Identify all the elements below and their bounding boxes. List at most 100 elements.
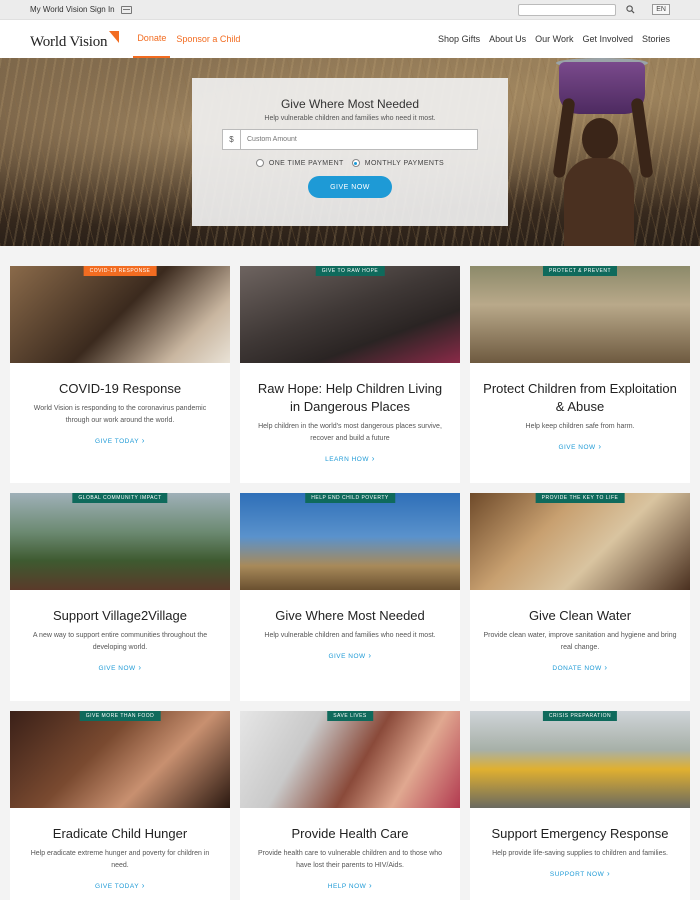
card-image: PROTECT & PREVENT xyxy=(470,266,690,363)
search-icon[interactable] xyxy=(624,4,636,16)
campaign-card[interactable]: CRISIS PREPARATION Support Emergency Res… xyxy=(470,711,690,900)
card-title: Provide Health Care xyxy=(291,826,409,841)
campaign-card[interactable]: SAVE LIVES Provide Health Care Provide h… xyxy=(240,711,460,900)
nav-stories[interactable]: Stories xyxy=(642,34,670,44)
campaign-card[interactable]: GIVE MORE THAN FOOD Eradicate Child Hung… xyxy=(10,711,230,900)
card-image: PROVIDE THE KEY TO LIFE xyxy=(470,493,690,590)
sign-in-link[interactable]: My World Vision Sign In xyxy=(30,5,132,14)
card-description: Help eradicate extreme hunger and povert… xyxy=(30,850,210,869)
card-description: World Vision is responding to the corona… xyxy=(33,405,207,424)
monthly-radio[interactable] xyxy=(351,159,360,167)
card-image: GIVE MORE THAN FOOD xyxy=(10,711,230,808)
card-cta-link[interactable]: DONATE NOW xyxy=(552,663,607,672)
card-tag: CRISIS PREPARATION xyxy=(542,711,618,721)
card-cta-link[interactable]: GIVE TODAY xyxy=(95,881,145,890)
card-title: Support Village2Village xyxy=(53,608,187,623)
card-title: COVID-19 Response xyxy=(58,381,182,396)
monthly-label: MONTHLY PAYMENTS xyxy=(364,159,445,167)
card-cta-link[interactable]: HELP NOW xyxy=(328,881,372,890)
campaign-card[interactable]: PROVIDE THE KEY TO LIFE Give Clean Water… xyxy=(470,493,690,701)
card-description: Help children in the world's most danger… xyxy=(258,423,442,442)
card-tag: HELP END CHILD POVERTY xyxy=(305,493,395,503)
card-title: Protect Children from Exploitation & Abu… xyxy=(483,381,677,414)
nav-primary: Donate Sponsor a Child xyxy=(133,20,244,58)
card-cta-link[interactable]: SUPPORT NOW xyxy=(550,869,610,878)
card-title: Eradicate Child Hunger xyxy=(52,826,188,841)
language-selector[interactable]: EN xyxy=(652,4,670,15)
card-image: COVID-19 RESPONSE xyxy=(10,266,230,363)
card-content: COVID-19 Response World Vision is respon… xyxy=(10,363,230,448)
card-cta-link[interactable]: GIVE TODAY xyxy=(95,436,145,445)
one-time-option[interactable]: ONE TIME PAYMENT xyxy=(255,159,344,167)
card-image: GIVE TO RAW HOPE xyxy=(240,266,460,363)
currency-label: $ xyxy=(222,129,241,150)
one-time-label: ONE TIME PAYMENT xyxy=(268,159,344,167)
custom-amount-input[interactable] xyxy=(241,129,478,150)
utility-bar: My World Vision Sign In EN xyxy=(0,0,700,20)
card-content: Give Where Most Needed Help vulnerable c… xyxy=(240,590,460,663)
search-input[interactable] xyxy=(518,3,617,16)
card-cta-link[interactable]: GIVE NOW xyxy=(328,651,371,660)
card-description: Help keep children safe from harm. xyxy=(525,423,635,430)
card-image: SAVE LIVES xyxy=(240,711,460,808)
nav-shop-gifts[interactable]: Shop Gifts xyxy=(438,34,480,44)
card-title: Give Clean Water xyxy=(528,608,632,623)
give-now-button[interactable]: GIVE NOW xyxy=(308,176,392,198)
donation-panel: Give Where Most Needed Help vulnerable c… xyxy=(192,78,508,226)
card-cta-link[interactable]: GIVE NOW xyxy=(98,663,141,672)
nav-secondary: Shop Gifts About Us Our Work Get Involve… xyxy=(438,34,670,44)
campaign-card[interactable]: GLOBAL COMMUNITY IMPACT Support Village2… xyxy=(10,493,230,701)
card-title: Give Where Most Needed xyxy=(275,608,425,623)
nav-about-us[interactable]: About Us xyxy=(489,34,526,44)
card-description: Help provide life-saving supplies to chi… xyxy=(492,850,668,857)
hero-banner: Give Where Most Needed Help vulnerable c… xyxy=(0,58,700,246)
payment-options: ONE TIME PAYMENT MONTHLY PAYMENTS xyxy=(192,159,508,167)
logo[interactable]: World Vision xyxy=(30,27,120,51)
card-icon xyxy=(120,5,132,14)
campaign-card[interactable]: HELP END CHILD POVERTY Give Where Most N… xyxy=(240,493,460,701)
card-image: GLOBAL COMMUNITY IMPACT xyxy=(10,493,230,590)
card-content: Support Emergency Response Help provide … xyxy=(470,808,690,881)
card-content: Eradicate Child Hunger Help eradicate ex… xyxy=(10,808,230,893)
nav-get-involved[interactable]: Get Involved xyxy=(582,34,633,44)
card-description: Provide clean water, improve sanitation … xyxy=(483,632,677,651)
amount-row: $ xyxy=(222,129,478,150)
card-description: Help vulnerable children and families wh… xyxy=(264,632,436,639)
hero-photo-child-body xyxy=(564,158,634,246)
nav-sponsor-a-child[interactable]: Sponsor a Child xyxy=(172,20,244,58)
card-title: Support Emergency Response xyxy=(491,826,669,841)
card-tag: GIVE TO RAW HOPE xyxy=(315,266,385,276)
campaign-card[interactable]: COVID-19 RESPONSE COVID-19 Response Worl… xyxy=(10,266,230,483)
card-tag: GLOBAL COMMUNITY IMPACT xyxy=(72,493,168,503)
card-image: HELP END CHILD POVERTY xyxy=(240,493,460,590)
card-content: Support Village2Village A new way to sup… xyxy=(10,590,230,675)
card-content: Provide Health Care Provide health care … xyxy=(240,808,460,893)
one-time-radio[interactable] xyxy=(255,159,264,167)
campaign-card[interactable]: PROTECT & PREVENT Protect Children from … xyxy=(470,266,690,483)
card-content: Give Clean Water Provide clean water, im… xyxy=(470,590,690,675)
logo-text: World Vision xyxy=(30,34,108,50)
nav-donate[interactable]: Donate xyxy=(133,20,171,58)
card-description: Provide health care to vulnerable childr… xyxy=(257,850,443,869)
main-nav: World Vision Donate Sponsor a Child Shop… xyxy=(0,20,700,58)
card-title: Raw Hope: Help Children Living in Danger… xyxy=(257,381,443,414)
sign-in-label: My World Vision Sign In xyxy=(30,5,115,14)
card-tag: SAVE LIVES xyxy=(327,711,373,721)
monthly-option[interactable]: MONTHLY PAYMENTS xyxy=(351,159,445,167)
card-tag: PROTECT & PREVENT xyxy=(542,266,618,276)
donation-subtitle: Help vulnerable children and families wh… xyxy=(264,115,436,122)
card-cta-link[interactable]: GIVE NOW xyxy=(558,442,601,451)
campaign-grid: COVID-19 RESPONSE COVID-19 Response Worl… xyxy=(10,266,690,900)
donation-title: Give Where Most Needed xyxy=(280,97,420,111)
card-description: A new way to support entire communities … xyxy=(32,632,208,651)
campaign-card[interactable]: GIVE TO RAW HOPE Raw Hope: Help Children… xyxy=(240,266,460,483)
card-tag: GIVE MORE THAN FOOD xyxy=(79,711,161,721)
card-tag: COVID-19 RESPONSE xyxy=(83,266,157,276)
card-content: Protect Children from Exploitation & Abu… xyxy=(470,363,690,454)
nav-our-work[interactable]: Our Work xyxy=(535,34,573,44)
card-tag: PROVIDE THE KEY TO LIFE xyxy=(535,493,625,503)
card-image: CRISIS PREPARATION xyxy=(470,711,690,808)
card-cta-link[interactable]: LEARN HOW xyxy=(325,454,375,463)
utility-right: EN xyxy=(518,3,670,16)
hero-photo-child xyxy=(582,118,618,160)
